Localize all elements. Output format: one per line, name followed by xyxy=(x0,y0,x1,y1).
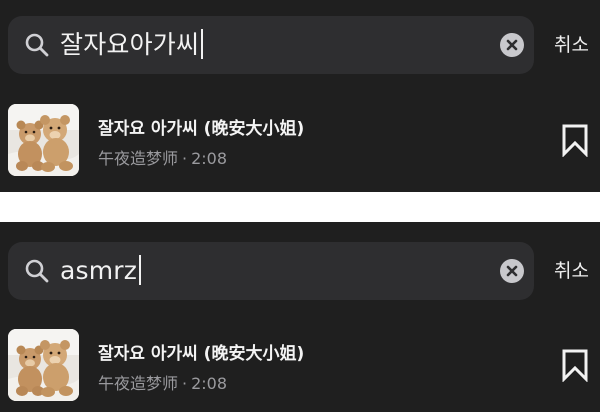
clear-search-button[interactable] xyxy=(500,259,524,283)
song-meta: 午夜造梦师 · 2:08 xyxy=(98,145,227,169)
cancel-button[interactable]: 취소 xyxy=(554,255,598,287)
search-field[interactable]: asmrz xyxy=(8,242,534,300)
bookmark-icon[interactable] xyxy=(561,348,589,382)
search-input[interactable]: asmrz xyxy=(60,254,142,288)
song-title: 잘자요 아가씨 (晚安大小姐) xyxy=(98,344,305,364)
song-duration: 2:08 xyxy=(191,374,228,393)
search-panel-top: 잘자요아가씨 취소 잘자요 아가씨 (晚安大小姐) 午夜造梦师 · 2:08 xyxy=(0,0,600,192)
bookmark-icon[interactable] xyxy=(561,123,589,157)
song-duration: 2:08 xyxy=(191,149,228,168)
text-caret xyxy=(139,255,142,285)
song-title: 잘자요 아가씨 (晚安大小姐) xyxy=(98,119,305,139)
search-query: asmrz xyxy=(60,256,138,285)
search-query: 잘자요아가씨 xyxy=(60,30,200,59)
meta-separator: · xyxy=(182,149,188,168)
song-artist: 午夜造梦师 xyxy=(98,149,179,168)
meta-separator: · xyxy=(182,374,188,393)
album-art-thumbnail xyxy=(8,329,79,401)
song-result-row[interactable]: 잘자요 아가씨 (晚安大小姐) 午夜造梦师 · 2:08 xyxy=(0,101,600,181)
search-panel-bottom: asmrz 취소 잘자요 아가씨 (晚安大小姐) 午夜造梦师 · 2:08 xyxy=(0,222,600,412)
cancel-button[interactable]: 취소 xyxy=(554,29,598,61)
clear-icon xyxy=(506,39,518,51)
clear-icon xyxy=(506,265,518,277)
search-icon xyxy=(25,33,49,57)
album-art-thumbnail xyxy=(8,104,79,176)
song-result-row[interactable]: 잘자요 아가씨 (晚安大小姐) 午夜造梦师 · 2:08 xyxy=(0,326,600,406)
song-meta: 午夜造梦师 · 2:08 xyxy=(98,370,227,394)
song-artist: 午夜造梦师 xyxy=(98,374,179,393)
text-caret xyxy=(201,29,204,59)
search-icon xyxy=(25,259,49,283)
search-input[interactable]: 잘자요아가씨 xyxy=(60,28,204,62)
search-field[interactable]: 잘자요아가씨 xyxy=(8,16,534,74)
clear-search-button[interactable] xyxy=(500,33,524,57)
